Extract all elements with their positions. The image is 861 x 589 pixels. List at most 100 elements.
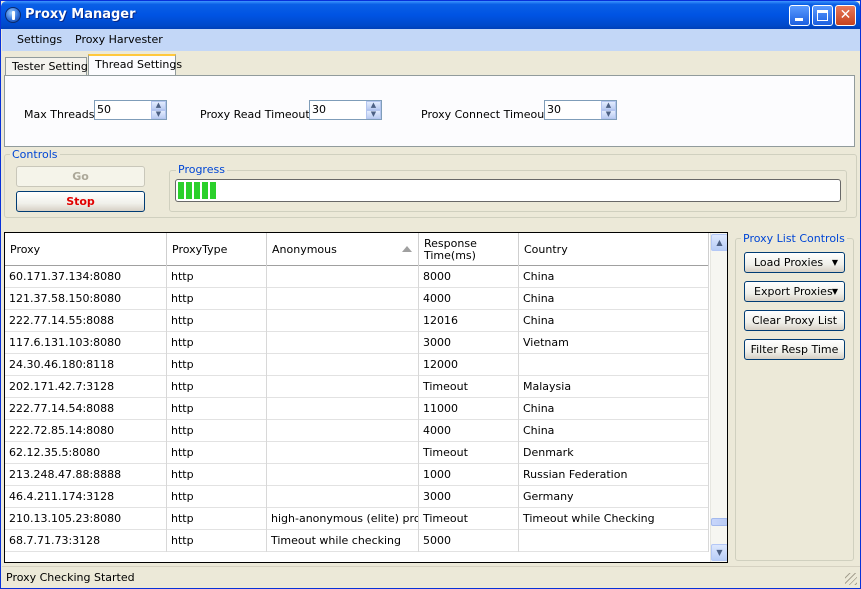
cell-response-time: 3000 <box>419 486 519 508</box>
cell-anonymous <box>267 486 419 508</box>
connect-timeout-value: 30 <box>547 103 561 116</box>
spin-up-icon[interactable]: ▲ <box>151 101 166 110</box>
clear-proxy-list-button[interactable]: Clear Proxy List <box>744 310 845 331</box>
resize-grip-icon[interactable] <box>845 573 857 585</box>
table-row[interactable]: 24.30.46.180:8118 http 12000 <box>5 354 709 376</box>
table-row[interactable]: 222.77.14.55:8088 http 12016 China <box>5 310 709 332</box>
read-timeout-spin-buttons: ▲ ▼ <box>366 101 381 119</box>
table-row[interactable]: 60.171.37.134:8080 http 8000 China <box>5 266 709 288</box>
progress-bar <box>175 179 841 202</box>
cell-proxytype: http <box>167 310 267 332</box>
cell-country: Germany <box>519 486 709 508</box>
max-threads-spin-buttons: ▲ ▼ <box>151 101 166 119</box>
read-timeout-label: Proxy Read Timeout: <box>200 108 314 121</box>
cell-proxy: 202.171.42.7:3128 <box>5 376 167 398</box>
cell-country: China <box>519 310 709 332</box>
load-proxies-button[interactable]: Load Proxies ▼ <box>744 252 845 273</box>
max-threads-value: 50 <box>97 103 111 116</box>
cell-proxy: 213.248.47.88:8888 <box>5 464 167 486</box>
title-bar[interactable]: Proxy Manager ✕ <box>1 1 860 29</box>
stop-button[interactable]: Stop <box>16 191 145 212</box>
cell-response-time: 8000 <box>419 266 519 288</box>
column-header-response-time-label: Response Time(ms) <box>424 236 477 262</box>
maximize-button[interactable] <box>812 5 833 26</box>
cell-country: China <box>519 266 709 288</box>
cell-response-time: 3000 <box>419 332 519 354</box>
dropdown-arrow-icon: ▼ <box>831 258 838 267</box>
cell-proxytype: http <box>167 288 267 310</box>
cell-proxy: 222.77.14.55:8088 <box>5 310 167 332</box>
cell-response-time: Timeout <box>419 508 519 530</box>
cell-proxy: 62.12.35.5:8080 <box>5 442 167 464</box>
read-timeout-stepper[interactable]: 30 ▲ ▼ <box>309 100 382 120</box>
column-header-country[interactable]: Country <box>519 233 709 266</box>
tab-thread-settings[interactable]: Thread Settings <box>88 54 182 76</box>
minimize-button[interactable] <box>789 5 810 26</box>
spin-down-icon[interactable]: ▼ <box>601 110 616 119</box>
table-row[interactable]: 202.171.42.7:3128 http Timeout Malaysia <box>5 376 709 398</box>
table-row[interactable]: 222.77.14.54:8088 http 11000 China <box>5 398 709 420</box>
load-proxies-label: Load Proxies <box>754 256 824 269</box>
table-row[interactable]: 213.248.47.88:8888 http 1000 Russian Federa… <box>5 464 709 486</box>
cell-proxy: 24.30.46.180:8118 <box>5 354 167 376</box>
proxy-list-controls-label: Proxy List Controls <box>741 232 847 245</box>
app-icon <box>5 7 21 23</box>
export-proxies-button[interactable]: Export Proxies ▼ <box>744 281 845 302</box>
table-vertical-scrollbar[interactable]: ▲ ▼ <box>710 233 727 562</box>
table-row[interactable] <box>5 552 709 562</box>
cell-proxy: 60.171.37.134:8080 <box>5 266 167 288</box>
connect-timeout-stepper[interactable]: 30 ▲ ▼ <box>544 100 617 120</box>
cell-anonymous <box>267 464 419 486</box>
table-row[interactable]: 222.72.85.14:8080 http 4000 China <box>5 420 709 442</box>
cell-proxytype: http <box>167 464 267 486</box>
proxy-table[interactable]: Proxy ProxyType Anonymous Response Time(… <box>4 232 728 563</box>
max-threads-stepper[interactable]: 50 ▲ ▼ <box>94 100 167 120</box>
proxy-manager-window: Proxy Manager ✕ Settings Proxy Harvester… <box>0 0 861 589</box>
cell-proxy: 210.13.105.23:8080 <box>5 508 167 530</box>
table-header: Proxy ProxyType Anonymous Response Time(… <box>5 233 709 266</box>
table-row[interactable]: 62.12.35.5:8080 http Timeout Denmark <box>5 442 709 464</box>
cell-proxy: 68.7.71.73:3128 <box>5 530 167 552</box>
cell-anonymous <box>267 332 419 354</box>
cell-country <box>519 354 709 376</box>
cell-anonymous: Timeout while checking <box>267 530 419 552</box>
menu-settings[interactable]: Settings <box>17 33 62 46</box>
table-body: 60.171.37.134:8080 http 8000 China 121.37.58… <box>5 266 709 562</box>
go-button[interactable]: Go <box>16 166 145 187</box>
scroll-up-icon[interactable]: ▲ <box>711 234 727 251</box>
table-row[interactable]: 121.37.58.150:8080 http 4000 China <box>5 288 709 310</box>
spin-up-icon[interactable]: ▲ <box>601 101 616 110</box>
column-header-response-time[interactable]: Response Time(ms) <box>419 233 519 266</box>
spin-up-icon[interactable]: ▲ <box>366 101 381 110</box>
spin-down-icon[interactable]: ▼ <box>151 110 166 119</box>
cell-proxy: 121.37.58.150:8080 <box>5 288 167 310</box>
column-header-proxytype[interactable]: ProxyType <box>167 233 267 266</box>
cell-country: Russian Federation <box>519 464 709 486</box>
cell-country: China <box>519 420 709 442</box>
table-row[interactable]: 46.4.211.174:3128 http 3000 Germany <box>5 486 709 508</box>
table-row[interactable]: 117.6.131.103:8080 http 3000 Vietnam <box>5 332 709 354</box>
cell-anonymous: high-anonymous (elite) proxy <box>267 508 419 530</box>
scroll-thumb[interactable] <box>711 518 727 526</box>
cell-country: Timeout while Checking <box>519 508 709 530</box>
tab-tester-settings[interactable]: Tester Settings <box>5 57 94 76</box>
column-header-proxy[interactable]: Proxy <box>5 233 167 266</box>
cell-anonymous <box>267 398 419 420</box>
column-header-anonymous[interactable]: Anonymous <box>267 233 419 266</box>
menu-proxy-harvester[interactable]: Proxy Harvester <box>75 33 163 46</box>
table-row[interactable]: 68.7.71.73:3128 http Timeout while checkin… <box>5 530 709 552</box>
table-row[interactable]: 210.13.105.23:8080 http high-anonymous (el… <box>5 508 709 530</box>
cell-country: Vietnam <box>519 332 709 354</box>
close-button[interactable]: ✕ <box>835 5 856 26</box>
dropdown-arrow-icon: ▼ <box>831 287 838 296</box>
cell-country: Malaysia <box>519 376 709 398</box>
cell-anonymous <box>267 420 419 442</box>
scroll-down-icon[interactable]: ▼ <box>711 544 727 561</box>
cell-response-time: 1000 <box>419 464 519 486</box>
cell-response-time: Timeout <box>419 376 519 398</box>
cell-proxytype: http <box>167 354 267 376</box>
spin-down-icon[interactable]: ▼ <box>366 110 381 119</box>
filter-resp-time-button[interactable]: Filter Resp Time <box>744 339 845 360</box>
cell-proxytype: http <box>167 486 267 508</box>
progress-fill <box>178 182 218 199</box>
